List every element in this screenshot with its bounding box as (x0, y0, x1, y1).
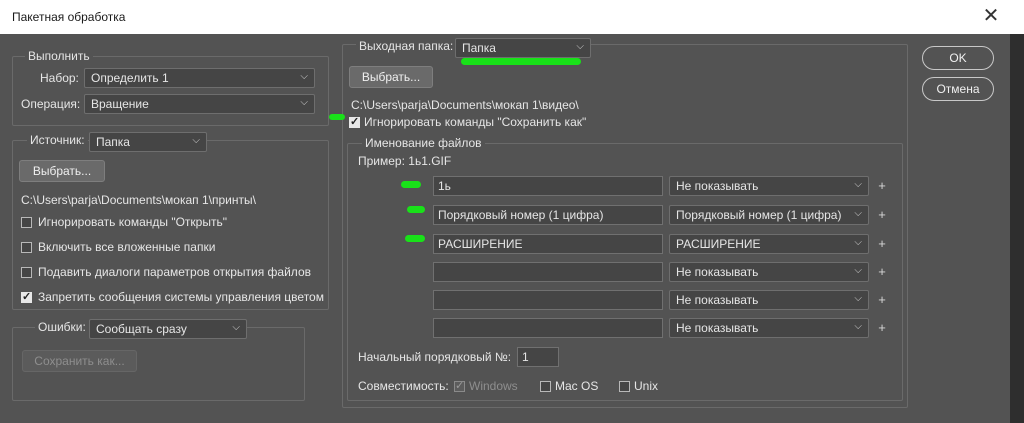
ignore-open-checkbox[interactable] (21, 217, 32, 228)
chevron-down-icon: ⌵ (854, 237, 862, 248)
naming-select-1[interactable]: Не показывать ⌵ (669, 176, 869, 196)
window-title: Пакетная обработка (12, 10, 126, 24)
suppress-color-warnings-label: Запретить сообщения системы управления ц… (38, 290, 324, 304)
ignore-save-as-label: Игнорировать команды "Сохранить как" (364, 115, 587, 129)
add-row-icon[interactable]: + (877, 178, 887, 193)
run-group: Выполнить Набор: Определить 1 ⌵ Операция… (12, 49, 329, 126)
include-subfolders-checkbox[interactable] (21, 242, 32, 253)
set-select[interactable]: Определить 1 ⌵ (84, 68, 315, 88)
compat-macos-checkbox[interactable] (540, 381, 551, 392)
chevron-down-icon: ⌵ (300, 71, 308, 82)
run-legend: Выполнить (25, 49, 93, 63)
cancel-button[interactable]: Отмена (922, 77, 994, 101)
set-select-value: Определить 1 (91, 71, 169, 85)
chevron-down-icon: ⌵ (854, 208, 862, 219)
chevron-down-icon: ⌵ (854, 179, 862, 190)
errors-select-value: Сообщать сразу (96, 322, 187, 336)
source-group: Источник: Папка ⌵ Выбрать... C:\Users\pa… (12, 132, 329, 310)
naming-select-4-value: Не показывать (676, 265, 759, 279)
annotation-mark-row-3 (405, 235, 425, 242)
add-row-icon[interactable]: + (877, 264, 887, 279)
naming-text-field-6[interactable] (433, 318, 663, 338)
naming-select-1-value: Не показывать (676, 179, 759, 193)
chevron-down-icon: ⌵ (854, 321, 862, 332)
operation-select[interactable]: Вращение ⌵ (84, 94, 315, 114)
naming-text-field-4[interactable] (433, 262, 663, 282)
chevron-down-icon: ⌵ (854, 265, 862, 276)
naming-select-3[interactable]: РАСШИРЕНИЕ ⌵ (669, 234, 869, 254)
compat-label: Совместимость: (358, 379, 449, 393)
start-serial-input[interactable]: 1 (517, 347, 559, 367)
output-choose-button[interactable]: Выбрать... (349, 66, 433, 88)
naming-select-6-value: Не показывать (676, 321, 759, 335)
naming-select-3-value: РАСШИРЕНИЕ (676, 237, 761, 251)
suppress-open-dialogs-label: Подавить диалоги параметров открытия фай… (38, 265, 311, 279)
close-icon[interactable]: ✕ (980, 6, 1002, 28)
add-row-icon[interactable]: + (877, 207, 887, 222)
output-label: Выходная папка: (356, 39, 457, 53)
output-path: C:\Users\parja\Documents\мокап 1\видео\ (351, 98, 579, 112)
ignore-save-as-checkbox[interactable] (349, 115, 360, 128)
file-naming-legend: Именование файлов (362, 136, 485, 150)
source-select[interactable]: Папка ⌵ (89, 132, 207, 152)
naming-select-5[interactable]: Не показывать ⌵ (669, 290, 869, 310)
errors-select[interactable]: Сообщать сразу ⌵ (89, 319, 247, 339)
naming-text-field-2[interactable]: Порядковый номер (1 цифра) (433, 205, 663, 225)
chevron-down-icon: ⌵ (232, 322, 240, 333)
source-choose-button[interactable]: Выбрать... (19, 160, 105, 182)
naming-text-field-5[interactable] (433, 290, 663, 310)
operation-select-value: Вращение (91, 97, 149, 111)
annotation-mark-row-2 (407, 206, 425, 213)
naming-select-6[interactable]: Не показывать ⌵ (669, 318, 869, 338)
source-label: Источник: (27, 133, 88, 147)
add-row-icon[interactable]: + (877, 320, 887, 335)
start-serial-label: Начальный порядковый №: (358, 350, 512, 364)
compat-windows-label: Windows (469, 379, 518, 393)
errors-group: Ошибки: Сообщать сразу ⌵ Сохранить как..… (12, 319, 305, 401)
naming-select-4[interactable]: Не показывать ⌵ (669, 262, 869, 282)
add-row-icon[interactable]: + (877, 292, 887, 307)
output-select-value: Папка (462, 41, 496, 55)
set-label: Набор: (40, 71, 79, 85)
output-select[interactable]: Папка ⌵ (455, 38, 591, 58)
suppress-color-warnings-checkbox[interactable] (21, 290, 32, 303)
naming-text-field-1[interactable]: 1ь (433, 176, 663, 196)
chevron-down-icon: ⌵ (854, 293, 862, 304)
source-path: C:\Users\parja\Documents\мокап 1\принты\ (21, 193, 256, 207)
file-naming-group: Именование файлов Пример: 1ь1.GIF 1ь Не … (347, 136, 903, 401)
suppress-open-dialogs-checkbox[interactable] (21, 267, 32, 278)
chevron-down-icon: ⌵ (300, 97, 308, 108)
chevron-down-icon: ⌵ (192, 135, 200, 146)
source-select-value: Папка (96, 135, 130, 149)
annotation-mark-row-1 (401, 181, 421, 188)
naming-select-5-value: Не показывать (676, 293, 759, 307)
naming-select-2[interactable]: Порядковый номер (1 цифра) ⌵ (669, 205, 869, 225)
output-group: Выходная папка: Папка ⌵ Выбрать... C:\Us… (342, 38, 908, 408)
compat-unix-checkbox[interactable] (619, 381, 630, 392)
compat-windows-checkbox (454, 379, 465, 392)
batch-dialog: Выполнить Набор: Определить 1 ⌵ Операция… (0, 34, 1010, 423)
include-subfolders-label: Включить все вложенные папки (38, 240, 216, 254)
annotation-mark-ignore-save-as (329, 114, 345, 120)
annotation-mark-output-folder (461, 58, 581, 65)
compat-macos-label: Mac OS (555, 379, 599, 393)
errors-label: Ошибки: (35, 320, 89, 334)
add-row-icon[interactable]: + (877, 236, 887, 251)
naming-select-2-value: Порядковый номер (1 цифра) (676, 208, 842, 222)
compat-unix-label: Unix (634, 379, 659, 393)
title-bar: Пакетная обработка ✕ (0, 0, 1024, 35)
naming-example: Пример: 1ь1.GIF (358, 154, 452, 168)
ok-button[interactable]: OK (922, 46, 994, 70)
errors-save-as-button[interactable]: Сохранить как... (22, 350, 137, 372)
chevron-down-icon: ⌵ (576, 41, 584, 52)
ignore-open-label: Игнорировать команды "Открыть" (38, 215, 227, 229)
operation-label: Операция: (21, 97, 81, 111)
naming-text-field-3[interactable]: РАСШИРЕНИЕ (433, 234, 663, 254)
background-window (1010, 34, 1024, 423)
